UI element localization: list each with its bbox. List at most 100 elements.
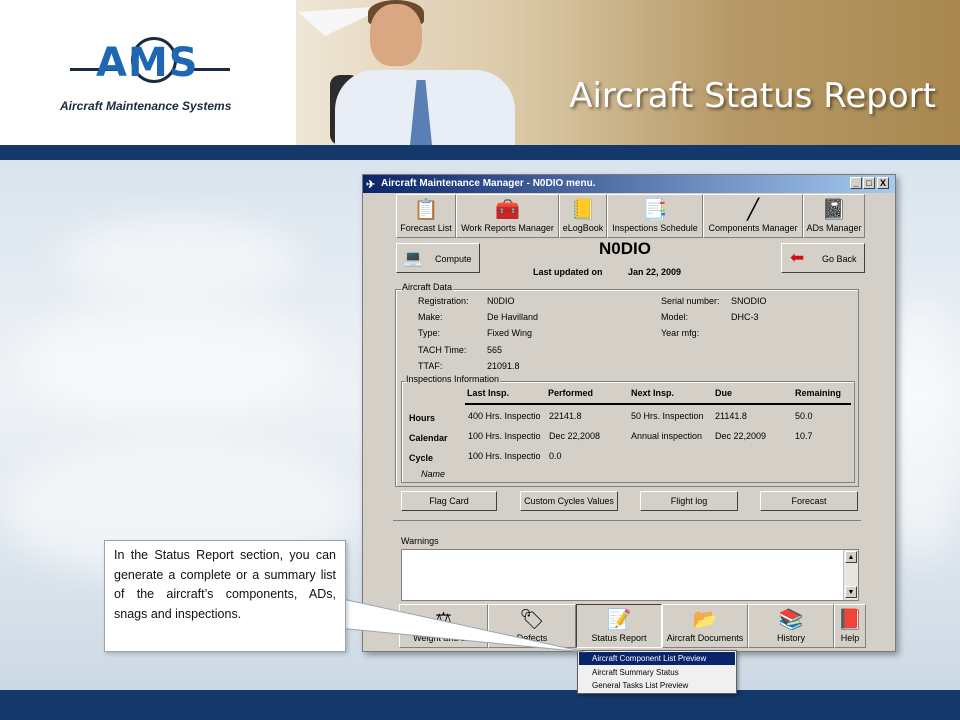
toolbar-label: Status Report (591, 633, 647, 643)
aircraft-data-label: Aircraft Data (401, 282, 454, 292)
last-updated-label: Last updated on (533, 267, 603, 277)
logbook-icon: 📒 (570, 199, 596, 221)
model-value: DHC-3 (731, 312, 759, 322)
table-cell: 100 Hrs. Inspectio (468, 451, 541, 461)
make-label: Make: (418, 312, 443, 322)
type-value: Fixed Wing (487, 328, 533, 338)
header-band (0, 145, 960, 160)
logo-text: AMS (96, 40, 199, 86)
table-cell: Dec 22,2009 (715, 431, 767, 441)
name-label: Name (421, 469, 446, 479)
header-remaining: Remaining (795, 388, 842, 398)
type-label: Type: (418, 328, 441, 338)
table-cell: 22141.8 (549, 411, 582, 421)
toolbar-status-report[interactable]: 📝 Status Report (576, 604, 662, 648)
toolbar-weight-and-balance[interactable]: ⚖ Weight and Bal (399, 604, 488, 648)
toolbar-label: ADs Manager (806, 223, 862, 233)
warnings-label: Warnings (401, 536, 439, 546)
year-mfg-label: Year mfg: (661, 328, 700, 338)
header-last-insp: Last Insp. (467, 388, 510, 398)
toolbar-elogbook[interactable]: 📒 eLogBook (559, 194, 607, 238)
scroll-down-icon[interactable]: ▼ (845, 586, 857, 598)
app-window: ✈ Aircraft Maintenance Manager - N0DIO m… (362, 174, 896, 652)
toolbar-label: Work Reports Manager (461, 223, 554, 233)
notebook-icon: 📓 (821, 199, 847, 221)
table-cell: Annual inspection (631, 431, 703, 441)
slide-title: Aircraft Status Report (569, 76, 936, 116)
compute-button[interactable]: 💻 Compute (396, 243, 480, 273)
callout-text: In the Status Report section, you can ge… (114, 548, 336, 621)
row-label-hours: Hours (409, 413, 436, 423)
header-divider (465, 403, 851, 405)
table-cell: Dec 22,2008 (549, 431, 601, 441)
toolbar-components-manager[interactable]: ╱ Components Manager (703, 194, 803, 238)
table-cell: 10.7 (795, 431, 813, 441)
toolbox-icon: 🧰 (495, 199, 520, 221)
toolbar-label: Components Manager (708, 223, 798, 233)
separator (393, 520, 861, 521)
toolbar-label: Inspections Schedule (612, 223, 698, 233)
plane-app-icon: ✈ (366, 179, 376, 191)
clipboard-icon: 📋 (413, 199, 439, 221)
table-cell: 100 Hrs. Inspectio (468, 431, 541, 441)
last-updated-value: Jan 22, 2009 (628, 267, 682, 277)
header-performed: Performed (548, 388, 594, 398)
warnings-textarea[interactable]: ▲ ▼ (401, 549, 859, 601)
menu-item-summary-status[interactable]: Aircraft Summary Status (579, 666, 735, 679)
tag-icon: 🏷 (519, 609, 545, 631)
make-value: De Havilland (487, 312, 539, 322)
warnings-scrollbar[interactable]: ▲ ▼ (843, 550, 858, 600)
tach-time-value: 565 (487, 345, 503, 355)
table-cell: 400 Hrs. Inspectio (468, 411, 541, 421)
folder-icon: 📂 (692, 609, 718, 631)
toolbar-label: Forecast List (400, 223, 452, 233)
toolbar-inspections-schedule[interactable]: 📑 Inspections Schedule (607, 194, 703, 238)
toolbar-label: eLogBook (562, 223, 604, 233)
ttaf-label: TTAF: (418, 361, 443, 371)
table-cell: 21141.8 (715, 411, 747, 421)
toolbar-help[interactable]: 📕 Help (834, 604, 866, 648)
footer-band (0, 690, 960, 720)
serial-number-label: Serial number: (661, 296, 720, 306)
inspections-label: Inspections Information (405, 374, 501, 384)
toolbar-forecast-list[interactable]: 📋 Forecast List (396, 194, 456, 238)
toolbar-ads-manager[interactable]: 📓 ADs Manager (803, 194, 865, 238)
window-titlebar[interactable]: ✈ Aircraft Maintenance Manager - N0DIO m… (363, 175, 895, 193)
go-back-label: Go Back (822, 254, 857, 264)
flag-card-button[interactable]: Flag Card (401, 491, 497, 511)
component-icon: ╱ (746, 199, 760, 221)
maximize-button[interactable]: □ (863, 177, 875, 189)
toolbar-label: Aircraft Documents (666, 633, 744, 643)
close-button[interactable]: X (877, 177, 889, 189)
toolbar-defects[interactable]: 🏷 Defects (488, 604, 576, 648)
go-back-button[interactable]: ⬅ Go Back (781, 243, 865, 273)
toolbar-label: History (776, 633, 805, 643)
toolbar-label: Weight and Bal (413, 633, 474, 643)
books-icon: 📚 (778, 609, 804, 631)
menu-item-general-tasks-list-preview[interactable]: General Tasks List Preview (579, 679, 735, 692)
minimize-button[interactable]: _ (850, 177, 862, 189)
toolbar-label: Help (840, 633, 860, 643)
registration-title: N0DIO (599, 239, 651, 258)
back-arrow-icon: ⬅ (790, 248, 805, 267)
forecast-button[interactable]: Forecast (760, 491, 858, 511)
row-label-cycle: Cycle (409, 453, 434, 463)
laptop-icon: 💻 (403, 250, 423, 267)
row-label-calendar: Calendar (409, 433, 448, 443)
registration-value: N0DIO (487, 296, 515, 306)
custom-cycles-values-button[interactable]: Custom Cycles Values (520, 491, 618, 511)
table-cell: 50.0 (795, 411, 813, 421)
toolbar-aircraft-documents[interactable]: 📂 Aircraft Documents (662, 604, 748, 648)
schedule-icon: 📑 (642, 199, 668, 221)
toolbar-history[interactable]: 📚 History (748, 604, 834, 648)
header-next-insp: Next Insp. (631, 388, 675, 398)
scroll-up-icon[interactable]: ▲ (845, 551, 857, 563)
table-cell: 50 Hrs. Inspection (631, 411, 704, 421)
menu-item-component-list-preview[interactable]: Aircraft Component List Preview (579, 652, 735, 665)
flight-log-button[interactable]: Flight log (640, 491, 738, 511)
scale-icon: ⚖ (434, 609, 453, 631)
report-icon: 📝 (606, 609, 632, 631)
toolbar-work-reports-manager[interactable]: 🧰 Work Reports Manager (456, 194, 559, 238)
person-head-image (370, 4, 422, 66)
serial-number-value: SNODIO (731, 296, 767, 306)
